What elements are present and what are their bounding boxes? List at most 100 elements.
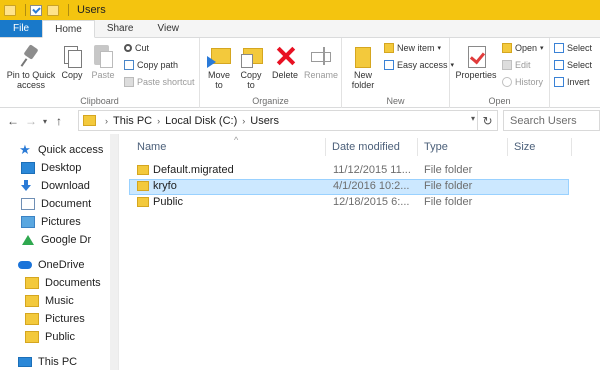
nav-desktop[interactable]: Desktop 📌 <box>21 159 118 177</box>
column-separator[interactable] <box>571 138 572 156</box>
column-header-date[interactable]: Date modified <box>326 136 418 158</box>
copy-to-icon <box>239 44 263 68</box>
open-group-label: Open <box>488 96 511 106</box>
file-date: 11/12/2015 11... <box>333 164 411 176</box>
file-name: Public <box>153 196 183 208</box>
paste-shortcut-button[interactable]: Paste shortcut <box>124 77 195 87</box>
nav-onedrive-documents[interactable]: Documents <box>25 274 118 292</box>
delete-button[interactable]: Delete <box>270 44 300 80</box>
sort-caret-icon: ^ <box>234 135 239 145</box>
copy-to-label: Copy to <box>240 70 262 90</box>
paste-shortcut-label: Paste shortcut <box>137 77 195 87</box>
column-header-size[interactable]: Size <box>508 136 568 158</box>
new-folder-button[interactable]: New folder <box>346 44 380 90</box>
select-none-button[interactable]: Select <box>554 60 592 70</box>
column-header-name[interactable]: Name ^ <box>131 135 327 158</box>
tab-home[interactable]: Home <box>42 20 95 38</box>
tab-file[interactable]: File <box>0 20 43 37</box>
toolbar-separator <box>25 4 26 16</box>
select-none-icon <box>554 60 564 70</box>
breadcrumb-this-pc[interactable]: This PC <box>113 115 152 127</box>
history-button[interactable]: History <box>502 77 543 87</box>
nav-onedrive-pictures[interactable]: Pictures <box>25 310 118 328</box>
file-row-selected[interactable]: kryfo 4/1/2016 10:2... File folder <box>129 179 569 195</box>
google-drive-icon <box>21 234 35 246</box>
properties-quick-icon[interactable] <box>30 4 42 16</box>
file-explorer-window: Users File Home Share View Pin to Quick … <box>0 0 600 370</box>
move-to-button[interactable]: Move to <box>204 44 234 90</box>
nav-this-pc[interactable]: This PC <box>18 353 118 370</box>
select-all-icon <box>554 43 564 53</box>
easy-access-label: Easy access <box>397 60 448 70</box>
nav-label: Document <box>41 198 92 210</box>
nav-label: Desktop <box>41 162 82 174</box>
tab-share[interactable]: Share <box>95 20 146 37</box>
breadcrumb-users[interactable]: Users <box>250 115 279 127</box>
breadcrumb-separator[interactable]: › <box>157 116 160 126</box>
chevron-down-icon: ▾ <box>540 45 544 52</box>
breadcrumb-local-disk[interactable]: Local Disk (C:) <box>165 115 237 127</box>
nav-google-drive[interactable]: Google Dr 📌 <box>21 231 118 249</box>
select-all-button[interactable]: Select <box>554 43 592 53</box>
move-to-icon <box>207 44 231 68</box>
breadcrumb-separator[interactable]: › <box>105 116 108 126</box>
history-label: History <box>515 77 544 87</box>
new-folder-icon <box>352 44 374 68</box>
navigation-scrollbar[interactable] <box>110 134 118 370</box>
column-header-type[interactable]: Type <box>418 136 508 158</box>
copy-path-button[interactable]: Copy path <box>124 60 178 70</box>
nav-label: Pictures <box>41 216 81 228</box>
nav-quick-access[interactable]: ★ Quick access <box>18 141 118 159</box>
organize-group-label: Organize <box>252 96 289 106</box>
copy-to-button[interactable]: Copy to <box>236 44 266 90</box>
new-folder-quick-icon[interactable] <box>47 4 59 16</box>
up-arrow-icon[interactable]: ↑ <box>50 114 68 128</box>
folder-icon <box>137 165 149 175</box>
paste-icon <box>92 42 114 68</box>
forward-arrow-icon[interactable]: → <box>22 114 40 128</box>
file-date: 12/18/2015 6:... <box>333 196 410 208</box>
file-row[interactable]: Public 12/18/2015 6:... File folder <box>129 195 569 211</box>
navigation-pane: ★ Quick access Desktop 📌 Download 📌 Docu… <box>0 134 118 370</box>
paste-shortcut-icon <box>124 77 134 87</box>
paste-button[interactable]: Paste <box>88 42 118 80</box>
nav-downloads[interactable]: Download 📌 <box>21 177 118 195</box>
recent-locations-chevron-icon[interactable]: ▾ <box>40 117 50 126</box>
ribbon-tabs: File Home Share View <box>0 20 600 38</box>
cut-button[interactable]: Cut <box>124 43 149 53</box>
file-row[interactable]: Default.migrated 11/12/2015 11... File f… <box>129 163 569 179</box>
properties-label: Properties <box>455 70 497 80</box>
pin-icon <box>20 44 42 68</box>
file-date: 4/1/2016 10:2... <box>333 180 410 192</box>
address-dropdown-chevron-icon[interactable]: ▾ <box>471 114 475 123</box>
invert-selection-icon <box>554 77 564 87</box>
open-button[interactable]: Open ▾ <box>502 43 544 53</box>
properties-button[interactable]: Properties <box>454 44 498 80</box>
invert-selection-button[interactable]: Invert <box>554 77 590 87</box>
pin-to-quick-access-button[interactable]: Pin to Quick access <box>3 44 59 90</box>
tab-view[interactable]: View <box>146 20 192 37</box>
breadcrumb-separator[interactable]: › <box>242 116 245 126</box>
select-none-label: Select <box>567 60 593 70</box>
file-list: Name ^ Date modified Type Size Default.m… <box>119 134 600 370</box>
copy-button[interactable]: Copy <box>58 44 86 80</box>
nav-onedrive-public[interactable]: Public <box>25 328 118 346</box>
nav-documents[interactable]: Document 📌 <box>21 195 118 213</box>
search-input[interactable]: Search Users <box>503 110 600 131</box>
nav-onedrive-music[interactable]: Music <box>25 292 118 310</box>
copy-label: Copy <box>61 70 83 80</box>
copy-icon <box>62 44 82 68</box>
select-group: Select Select Invert <box>550 38 600 108</box>
nav-pictures[interactable]: Pictures 📌 <box>21 213 118 231</box>
easy-access-button[interactable]: Easy access ▾ <box>384 60 454 70</box>
refresh-icon[interactable]: ↻ <box>477 110 497 131</box>
new-item-button[interactable]: New item ▾ <box>384 43 441 53</box>
rename-label: Rename <box>304 70 339 80</box>
nav-onedrive[interactable]: OneDrive <box>18 256 118 274</box>
properties-icon <box>465 44 487 68</box>
rename-button[interactable]: Rename <box>304 44 338 80</box>
address-bar[interactable]: › This PC › Local Disk (C:) › Users ▾ ↻ <box>78 110 498 131</box>
back-arrow-icon[interactable]: ← <box>4 114 22 128</box>
new-group: New folder New item ▾ Easy access ▾ New <box>342 38 454 108</box>
edit-button[interactable]: Edit <box>502 60 531 70</box>
